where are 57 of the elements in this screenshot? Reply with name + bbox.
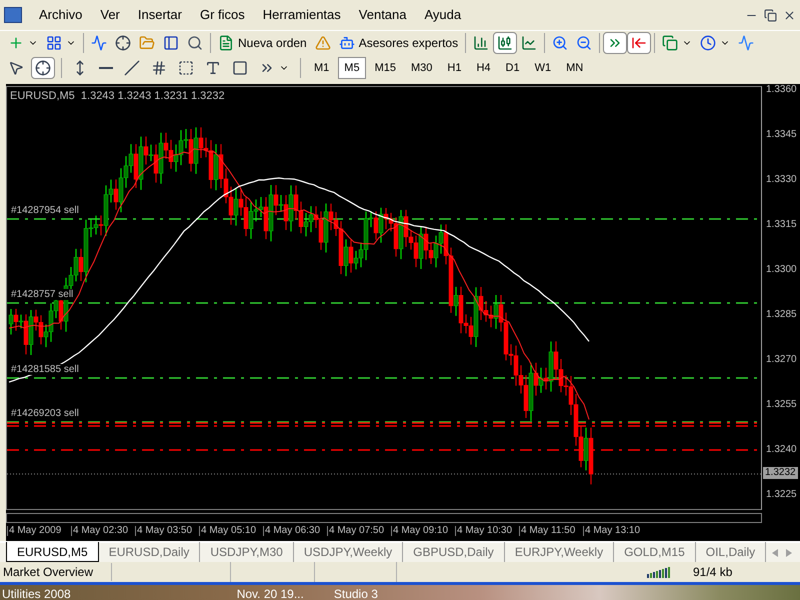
toolbar-button[interactable]: Asesores expertos xyxy=(334,32,462,54)
order-label: #14287954 sell xyxy=(11,205,79,216)
price-label: 1.3240 xyxy=(766,445,797,455)
time-label: 4 May 2009 xyxy=(7,526,62,536)
order-label: #1428757 sell xyxy=(11,289,74,300)
chart-tab[interactable]: OIL,Daily xyxy=(696,542,766,562)
menu-item[interactable]: Gr ficos xyxy=(190,5,254,25)
price-label: 1.3330 xyxy=(766,175,797,185)
toolbar-button[interactable]: Nueva orden xyxy=(214,32,311,54)
menu-item[interactable]: Ventana xyxy=(350,5,416,25)
chart-tab[interactable]: USDJPY,Weekly xyxy=(294,542,404,562)
price-label: 1.3270 xyxy=(766,355,797,365)
status-text: Market Overview xyxy=(0,563,112,581)
period-button[interactable]: M5 xyxy=(338,57,366,79)
period-button[interactable]: H4 xyxy=(470,57,496,79)
menu-item[interactable]: Herramientas xyxy=(254,5,350,25)
period-button[interactable]: MN xyxy=(560,57,590,79)
time-label: 4 May 05:10 xyxy=(199,526,256,536)
price-label: 1.3225 xyxy=(766,490,797,500)
chart-header: EURUSD,M5 1.3243 1.3243 1.3231 1.3232 xyxy=(10,89,225,104)
chart-tab[interactable]: USDJPY,M30 xyxy=(200,542,294,562)
price-label: 1.3300 xyxy=(766,265,797,275)
price-label: 1.3360 xyxy=(766,85,797,95)
chart-tab[interactable]: EURUSD,Daily xyxy=(98,542,200,562)
time-label: 4 May 07:50 xyxy=(327,526,384,536)
time-label: 4 May 10:30 xyxy=(455,526,512,536)
period-button[interactable]: W1 xyxy=(528,57,558,79)
price-label: 1.3345 xyxy=(766,130,797,140)
period-button[interactable]: H1 xyxy=(441,57,468,79)
time-label: 4 May 13:10 xyxy=(583,526,640,536)
menu-item[interactable]: Insertar xyxy=(128,5,191,25)
time-label: 4 May 11:50 xyxy=(519,526,576,536)
chart-tab[interactable]: GOLD,M15 xyxy=(614,542,696,562)
chart-tab[interactable]: GBPUSD,Daily xyxy=(403,542,505,562)
taskbar-item[interactable]: Utilities 2008 xyxy=(2,585,71,600)
order-label: #14269203 sell xyxy=(11,408,79,419)
period-button[interactable]: M30 xyxy=(404,57,438,79)
menu-item[interactable]: Ayuda xyxy=(416,5,470,25)
chart-tab[interactable]: EURUSD,M5 xyxy=(6,542,99,562)
time-label: 4 May 02:30 xyxy=(71,526,128,536)
period-button[interactable]: D1 xyxy=(500,57,526,79)
price-label: 1.3285 xyxy=(766,310,797,320)
chart-tab[interactable]: EURJPY,Weekly xyxy=(504,542,614,562)
period-button[interactable]: M1 xyxy=(308,57,336,79)
menu-item[interactable]: Ver xyxy=(91,5,129,25)
period-button[interactable]: M15 xyxy=(368,57,402,79)
order-label: #14281585 sell xyxy=(11,364,79,375)
price-label: 1.3255 xyxy=(766,400,797,410)
price-label: 1.3315 xyxy=(766,220,797,230)
traffic-text: 91/4 kb xyxy=(693,564,732,581)
time-label: 4 May 09:10 xyxy=(391,526,448,536)
taskbar-item[interactable]: Studio 3 xyxy=(334,585,378,600)
taskbar-item[interactable]: Nov. 20 19... xyxy=(236,585,304,600)
current-price-label: 1.3232 xyxy=(763,467,798,479)
menu-item[interactable]: Archivo xyxy=(30,5,92,25)
time-label: 4 May 06:30 xyxy=(263,526,320,536)
time-label: 4 May 03:50 xyxy=(135,526,192,536)
